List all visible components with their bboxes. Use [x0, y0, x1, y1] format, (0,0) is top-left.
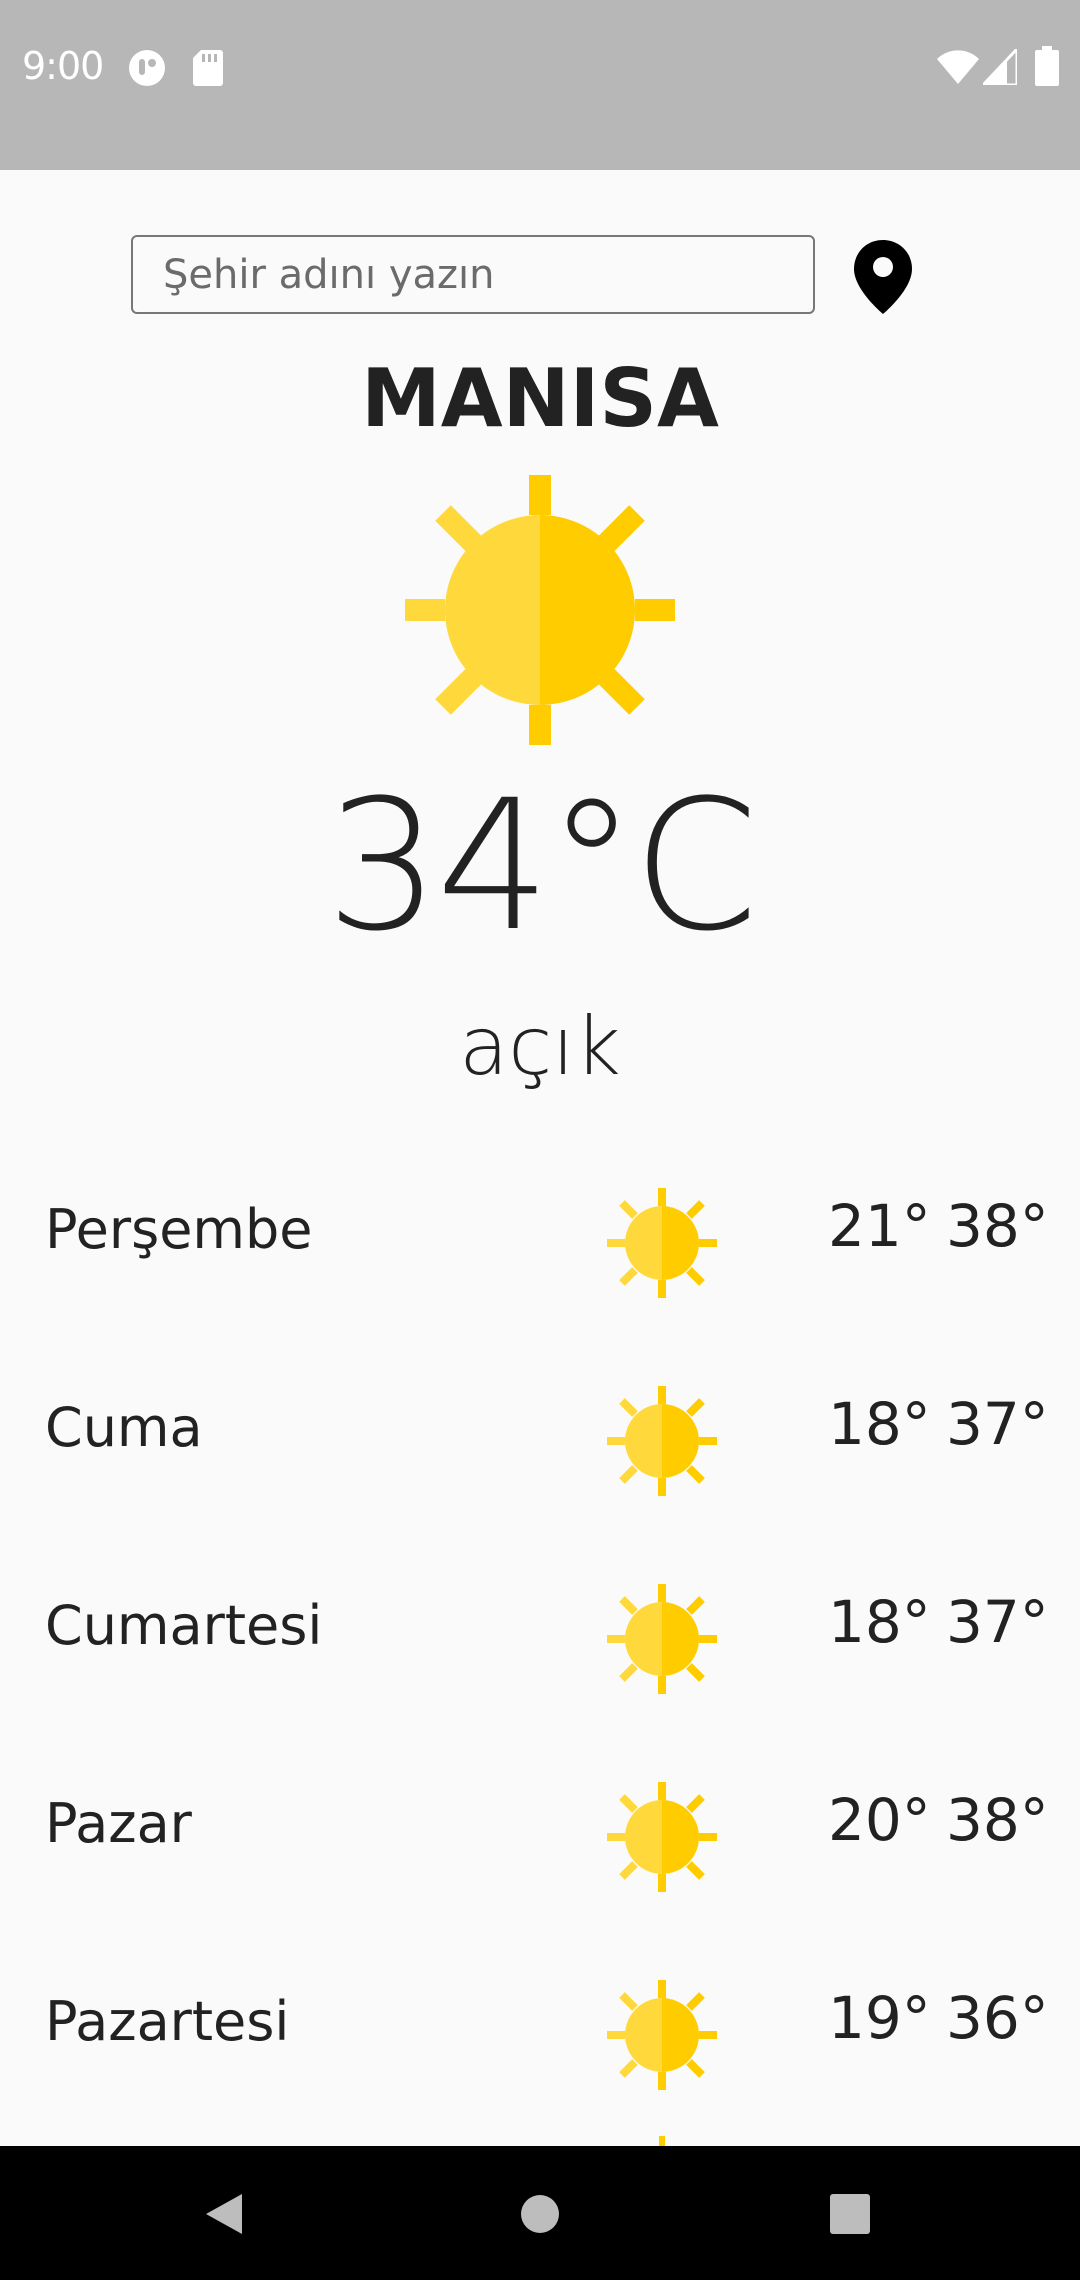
sun-icon — [607, 1782, 717, 1892]
signal-icon — [983, 49, 1017, 85]
battery-icon — [1035, 46, 1059, 86]
sun-icon — [607, 1188, 717, 1298]
city-name: MANISA — [361, 352, 719, 445]
sun-icon — [607, 1386, 717, 1496]
sun-icon — [607, 1584, 717, 1694]
city-search-input[interactable] — [131, 235, 815, 314]
forecast-max-temp: 37° — [946, 1390, 1049, 1458]
home-icon[interactable] — [520, 2194, 560, 2234]
sd-card-icon — [193, 50, 223, 86]
forecast-day: Pazartesi — [45, 1990, 290, 2053]
forecast-row: Cuma 18° 37° — [0, 1326, 1080, 1524]
forecast-max-temp: 38° — [946, 1786, 1049, 1854]
status-bar: 9:00 — [0, 0, 1080, 170]
wifi-icon — [937, 50, 979, 84]
forecast-row: Pazartesi 19° 36° — [0, 1920, 1080, 2118]
forecast-row: Cumartesi 18° 37° — [0, 1524, 1080, 1722]
forecast-day: Pazar — [45, 1792, 192, 1855]
back-icon[interactable] — [204, 2192, 244, 2236]
assistant-icon — [129, 50, 165, 86]
forecast-max-temp: 36° — [946, 1984, 1049, 2052]
navigation-bar — [0, 2146, 1080, 2280]
weather-description: açık — [459, 1000, 621, 1093]
sun-icon — [607, 1980, 717, 2090]
forecast-day: Cumartesi — [45, 1594, 323, 1657]
weather-screen: 9:00 MANISA — [0, 0, 1080, 2280]
forecast-max-temp: 38° — [946, 1192, 1049, 1260]
forecast-min-temp: 20° — [828, 1786, 931, 1854]
forecast-day: Cuma — [45, 1396, 203, 1459]
sun-icon — [405, 475, 675, 745]
forecast-min-temp: 18° — [828, 1588, 931, 1656]
forecast-max-temp: 37° — [946, 1588, 1049, 1656]
forecast-min-temp: 21° — [828, 1192, 931, 1260]
location-pin-icon[interactable] — [852, 238, 914, 316]
forecast-day: Perşembe — [45, 1198, 313, 1261]
forecast-min-temp: 19° — [828, 1984, 931, 2052]
forecast-row: Perşembe 21° 38° — [0, 1128, 1080, 1326]
current-temperature: 34°C — [325, 762, 759, 971]
forecast-row: Pazar 20° 38° — [0, 1722, 1080, 1920]
forecast-min-temp: 18° — [828, 1390, 931, 1458]
recents-icon[interactable] — [829, 2194, 871, 2234]
status-time: 9:00 — [22, 44, 104, 88]
